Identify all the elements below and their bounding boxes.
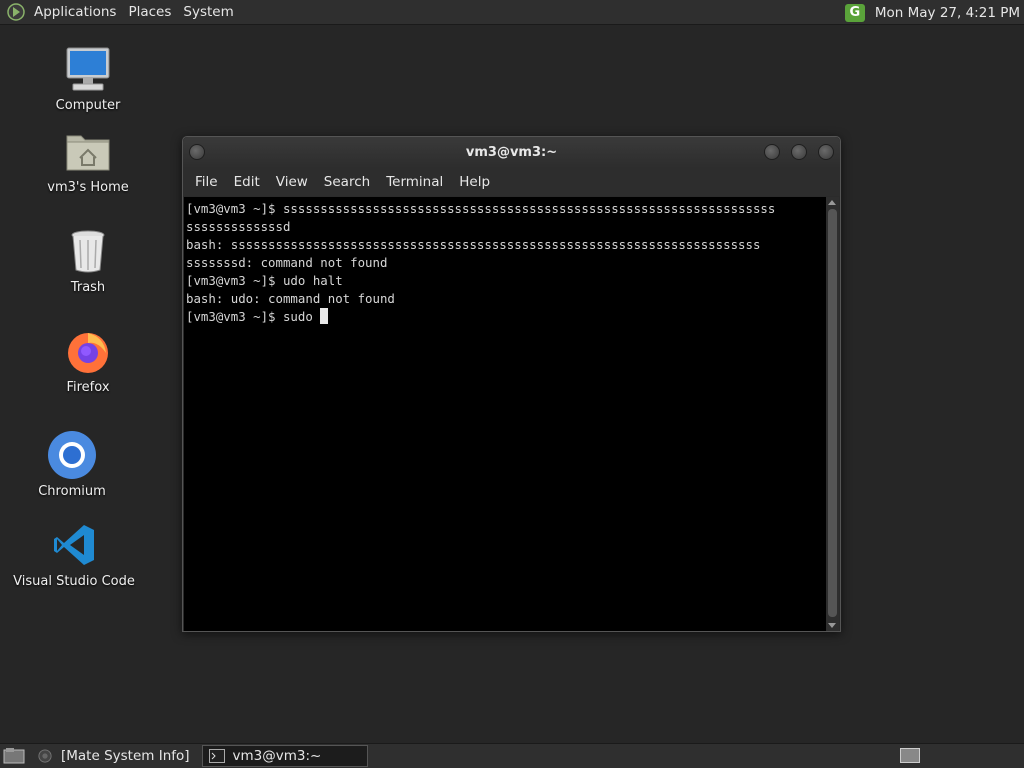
top-panel: Applications Places System G Mon May 27,… bbox=[0, 0, 1024, 25]
menu-view[interactable]: View bbox=[268, 174, 316, 190]
desktop-icon-label: Chromium bbox=[38, 484, 106, 499]
taskbar-label: vm3@vm3:~ bbox=[232, 748, 322, 764]
scroll-down-icon[interactable] bbox=[828, 623, 836, 628]
desktop-icon-home[interactable]: vm3's Home bbox=[28, 126, 148, 195]
terminal-line: bash: ssssssssssssssssssssssssssssssssss… bbox=[186, 237, 761, 252]
terminal-line: bash: udo: command not found bbox=[186, 291, 395, 306]
taskbar-label: [Mate System Info] bbox=[61, 748, 190, 764]
desktop-icon-computer[interactable]: Computer bbox=[28, 44, 148, 113]
desktop-icon-label: Firefox bbox=[66, 380, 110, 395]
terminal-prompt-line[interactable]: [vm3@vm3 ~]$ sudo bbox=[186, 308, 825, 326]
desktop-icon-chromium[interactable]: Chromium bbox=[12, 430, 132, 499]
trash-icon bbox=[63, 226, 113, 276]
workspace-switcher[interactable] bbox=[900, 748, 920, 763]
text-cursor bbox=[320, 308, 329, 324]
minimize-icon[interactable] bbox=[764, 144, 780, 160]
terminal-window[interactable]: vm3@vm3:~ File Edit View Search Terminal… bbox=[182, 136, 841, 632]
terminal-scrollbar[interactable] bbox=[826, 197, 839, 631]
menu-help[interactable]: Help bbox=[451, 174, 498, 190]
desktop-icon-trash[interactable]: Trash bbox=[28, 226, 148, 295]
close-icon[interactable] bbox=[818, 144, 834, 160]
vscode-icon bbox=[49, 520, 99, 570]
places-menu[interactable]: Places bbox=[122, 0, 177, 25]
tray-g-icon[interactable]: G bbox=[844, 3, 865, 22]
window-title: vm3@vm3:~ bbox=[465, 145, 558, 160]
desktop-icon-vscode[interactable]: Visual Studio Code bbox=[13, 520, 135, 589]
home-folder-icon bbox=[63, 126, 113, 176]
computer-icon bbox=[63, 44, 113, 94]
mate-logo-icon[interactable] bbox=[6, 2, 26, 22]
terminal-line: [vm3@vm3 ~]$ udo halt bbox=[186, 273, 343, 288]
system-info-icon bbox=[38, 749, 52, 763]
desktop-icon-label: Visual Studio Code bbox=[13, 574, 135, 589]
desktop-icon-label: Trash bbox=[70, 280, 106, 295]
scrollbar-thumb[interactable] bbox=[828, 209, 837, 617]
tray-g-letter: G bbox=[849, 5, 861, 20]
chromium-icon bbox=[47, 430, 97, 480]
terminal-icon bbox=[208, 749, 225, 763]
menu-file[interactable]: File bbox=[187, 174, 226, 190]
window-titlebar[interactable]: vm3@vm3:~ bbox=[183, 137, 840, 168]
desktop-icon-label: vm3's Home bbox=[47, 180, 129, 195]
desktop-icon-firefox[interactable]: Firefox bbox=[28, 326, 148, 395]
panel-tray: G Mon May 27, 4:21 PM bbox=[844, 0, 1024, 25]
terminal-menubar: File Edit View Search Terminal Help bbox=[183, 168, 840, 196]
menu-edit[interactable]: Edit bbox=[226, 174, 268, 190]
taskbar-item-terminal[interactable]: vm3@vm3:~ bbox=[201, 745, 368, 767]
taskbar-item-mate-system-info[interactable]: [Mate System Info] bbox=[31, 745, 196, 767]
bottom-panel: [Mate System Info] vm3@vm3:~ bbox=[0, 743, 1024, 768]
firefox-icon bbox=[63, 326, 113, 376]
applications-menu[interactable]: Applications bbox=[28, 0, 122, 25]
terminal-line: [vm3@vm3 ~]$ sssssssssssssssssssssssssss… bbox=[186, 201, 776, 216]
terminal-output[interactable]: [vm3@vm3 ~]$ sssssssssssssssssssssssssss… bbox=[184, 197, 827, 631]
terminal-prompt: [vm3@vm3 ~]$ sudo bbox=[186, 309, 321, 324]
desktop-icon-label: Computer bbox=[55, 98, 121, 113]
terminal-line: sssssssd: command not found bbox=[186, 255, 388, 270]
menu-terminal[interactable]: Terminal bbox=[378, 174, 451, 190]
window-menu-icon[interactable] bbox=[189, 144, 205, 160]
menu-search[interactable]: Search bbox=[316, 174, 378, 190]
system-menu[interactable]: System bbox=[177, 0, 239, 25]
show-desktop-icon[interactable] bbox=[3, 747, 25, 765]
maximize-icon[interactable] bbox=[791, 144, 807, 160]
scroll-up-icon[interactable] bbox=[828, 200, 836, 205]
clock[interactable]: Mon May 27, 4:21 PM bbox=[875, 5, 1024, 21]
terminal-line: sssssssssssssd bbox=[186, 219, 291, 234]
